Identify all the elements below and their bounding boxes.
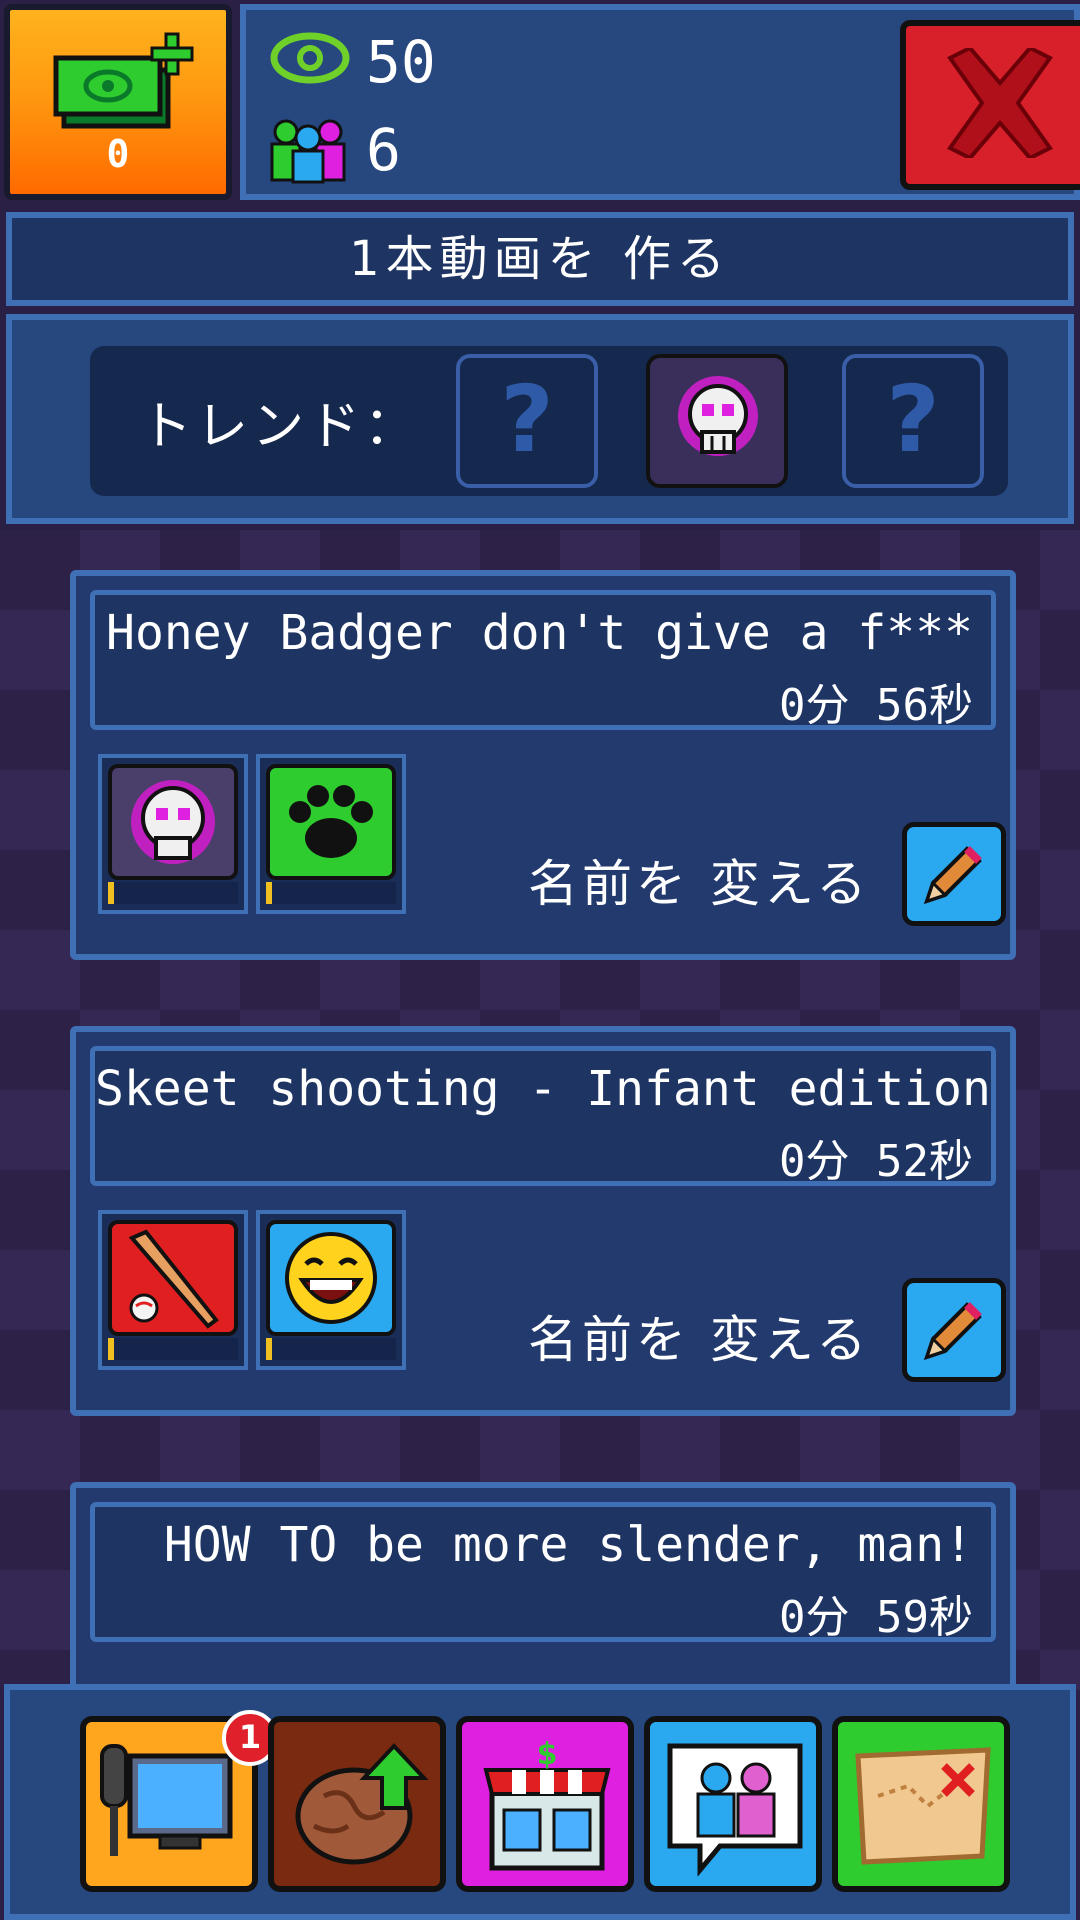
- video-duration: 0分 59秒: [779, 1592, 973, 1643]
- studio-icon: [96, 1736, 246, 1876]
- tag-progress-bar: [108, 882, 238, 904]
- trend-slot-unknown[interactable]: ?: [842, 354, 984, 488]
- tag-slot[interactable]: [256, 754, 406, 914]
- studio-button[interactable]: 1: [80, 1710, 278, 1892]
- pencil-icon: [921, 841, 987, 907]
- shop-icon: $: [472, 1736, 622, 1876]
- tag-slot[interactable]: [98, 754, 248, 914]
- pencil-icon: [921, 1297, 987, 1363]
- rename-button[interactable]: [902, 822, 1006, 926]
- svg-text:$: $: [537, 1737, 558, 1772]
- rename-button[interactable]: [902, 1278, 1006, 1382]
- bottom-nav: 1 $: [4, 1684, 1076, 1920]
- trend-row: トレンド： ? ?: [90, 346, 1008, 496]
- views-value: 50: [366, 28, 436, 96]
- video-title-box: Honey Badger don't give a f*** 0分 56秒: [90, 590, 996, 731]
- cricket-bat-icon: [108, 1220, 238, 1336]
- skull-icon: [108, 764, 238, 880]
- video-duration: 0分 52秒: [779, 1136, 973, 1187]
- upgrade-button[interactable]: [268, 1716, 446, 1892]
- close-button[interactable]: [900, 20, 1080, 190]
- trend-label: トレンド：: [140, 397, 421, 457]
- video-card: HOW TO be more slender, man! 0分 59秒: [70, 1482, 1016, 1702]
- tag-slot[interactable]: [256, 1210, 406, 1370]
- skull-icon: [668, 370, 768, 470]
- tag-progress-bar: [266, 1338, 396, 1360]
- subscribers-value: 6: [366, 116, 401, 184]
- brain-upgrade-icon: [284, 1736, 434, 1876]
- close-icon: [940, 48, 1060, 158]
- cash-value: 0: [106, 132, 130, 176]
- trend-panel: トレンド： ? ?: [6, 314, 1074, 524]
- views-icon: [270, 30, 350, 86]
- video-title: Skeet shooting - Infant edition: [95, 1061, 991, 1117]
- tag-slot[interactable]: [98, 1210, 248, 1370]
- cash-icon: [50, 28, 200, 138]
- tag-progress-bar: [108, 1338, 238, 1360]
- video-duration: 0分 56秒: [779, 680, 973, 731]
- trend-slot-unknown[interactable]: ?: [456, 354, 598, 488]
- rename-label: 名前を 変える: [528, 1311, 871, 1369]
- trend-slot-skull[interactable]: [646, 354, 788, 488]
- laughing-face-icon: [266, 1220, 396, 1336]
- shop-button[interactable]: $: [456, 1716, 634, 1892]
- community-button[interactable]: [644, 1716, 822, 1892]
- tag-progress-bar: [266, 882, 396, 904]
- video-card: Skeet shooting - Infant edition 0分 52秒 名…: [70, 1026, 1016, 1416]
- subscribers-icon: [266, 114, 350, 184]
- video-card: Honey Badger don't give a f*** 0分 56秒 名前…: [70, 570, 1016, 960]
- video-title-box: Skeet shooting - Infant edition 0分 52秒: [90, 1046, 996, 1187]
- add-cash-button[interactable]: 0: [4, 4, 232, 200]
- map-button[interactable]: [832, 1716, 1010, 1892]
- make-video-button[interactable]: 1本動画を 作る: [6, 212, 1074, 306]
- video-title: Honey Badger don't give a f***: [106, 605, 973, 661]
- rename-label: 名前を 変える: [528, 855, 871, 913]
- paw-icon: [266, 764, 396, 880]
- community-icon: [660, 1736, 810, 1876]
- map-icon: [848, 1736, 998, 1876]
- video-title-box: HOW TO be more slender, man! 0分 59秒: [90, 1502, 996, 1643]
- video-title: HOW TO be more slender, man!: [163, 1517, 973, 1573]
